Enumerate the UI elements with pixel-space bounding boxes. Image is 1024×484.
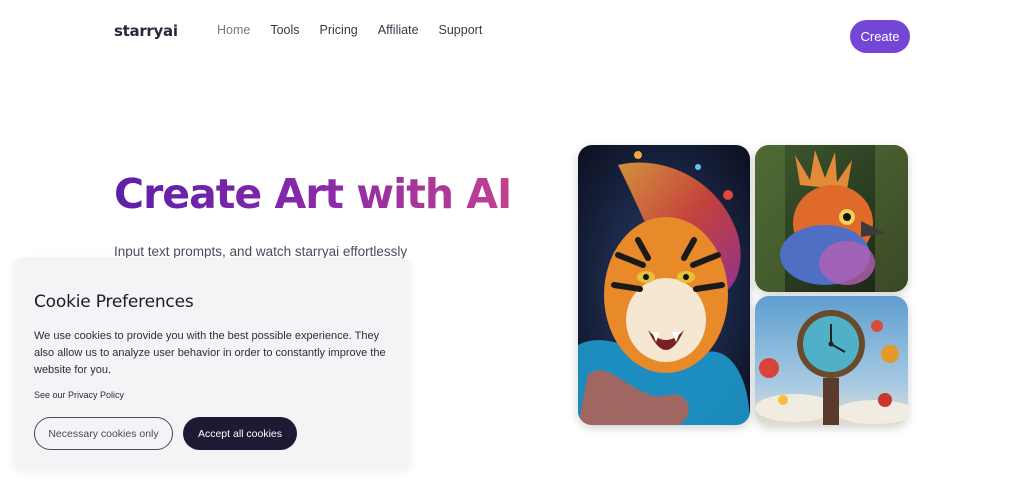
brand-logo[interactable]: starryai [114, 22, 178, 40]
hero-subtitle: Input text prompts, and watch starryai e… [114, 244, 408, 259]
nav-tools[interactable]: Tools [270, 23, 299, 37]
cookie-description: We use cookies to provide you with the b… [34, 330, 386, 376]
main-nav: Home Tools Pricing Affiliate Support [217, 23, 502, 37]
nav-pricing[interactable]: Pricing [320, 23, 358, 37]
privacy-policy-link[interactable]: See our Privacy Policy [34, 390, 124, 400]
clock-artwork-image [755, 296, 908, 425]
accept-all-cookies-button[interactable]: Accept all cookies [183, 417, 297, 450]
necessary-cookies-button[interactable]: Necessary cookies only [34, 417, 173, 450]
hero-title: Create Art with AI [114, 170, 512, 218]
nav-home[interactable]: Home [217, 23, 250, 37]
nav-support[interactable]: Support [439, 23, 483, 37]
nav-affiliate[interactable]: Affiliate [378, 23, 419, 37]
cookie-preferences-panel: Cookie Preferences We use cookies to pro… [13, 258, 411, 470]
create-button[interactable]: Create [850, 20, 910, 53]
cookie-title: Cookie Preferences [34, 292, 194, 312]
tiger-artwork-image [578, 145, 750, 425]
bird-artwork-image [755, 145, 908, 292]
